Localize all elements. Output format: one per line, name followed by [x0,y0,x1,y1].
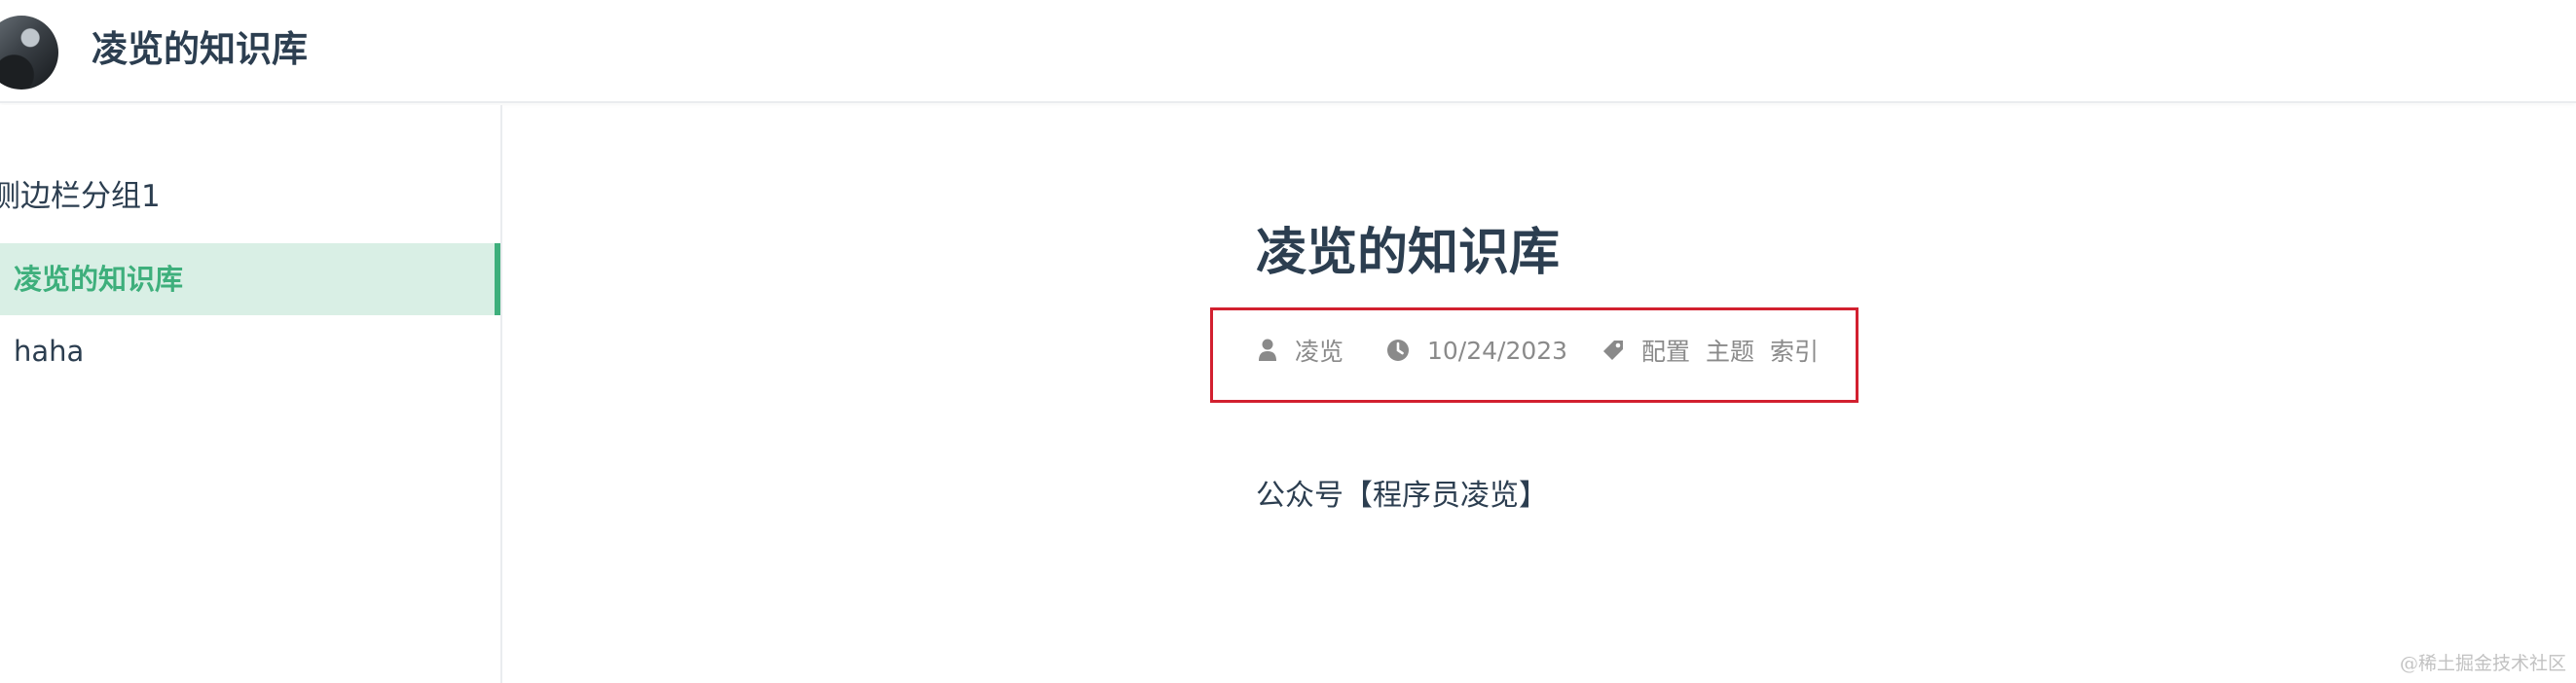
tag-index[interactable]: 索引 [1770,333,1819,368]
meta-date: 10/24/2023 [1386,331,1567,370]
sidebar-item-knowledge-base[interactable]: 凌览的知识库 [0,243,500,315]
sidebar: 侧边栏分组1 凌览的知识库 haha [0,105,502,683]
meta-author: 凌览 [1258,331,1343,370]
navbar: 凌览的知识库 [0,0,2576,103]
page-content: 公众号【程序员凌览】 [1256,479,1548,513]
tag-list: 配置 主题 索引 [1641,333,1834,368]
tag-icon [1602,340,1624,361]
page-title: 凌览的知识库 [1256,224,1561,282]
user-icon [1258,339,1277,362]
author-name[interactable]: 凌览 [1295,333,1343,368]
sidebar-group-heading[interactable]: 侧边栏分组1 [0,177,161,216]
tag-config[interactable]: 配置 [1641,333,1690,368]
publish-date: 10/24/2023 [1427,336,1568,365]
sidebar-item-haha[interactable]: haha [0,315,500,387]
meta-tags: 配置 主题 索引 [1602,331,1834,370]
tag-theme[interactable]: 主题 [1706,333,1754,368]
site-name[interactable]: 凌览的知识库 [92,26,308,73]
avatar[interactable] [0,16,58,90]
watermark: @稀土掘金技术社区 [2399,653,2566,674]
clock-icon [1386,339,1410,362]
